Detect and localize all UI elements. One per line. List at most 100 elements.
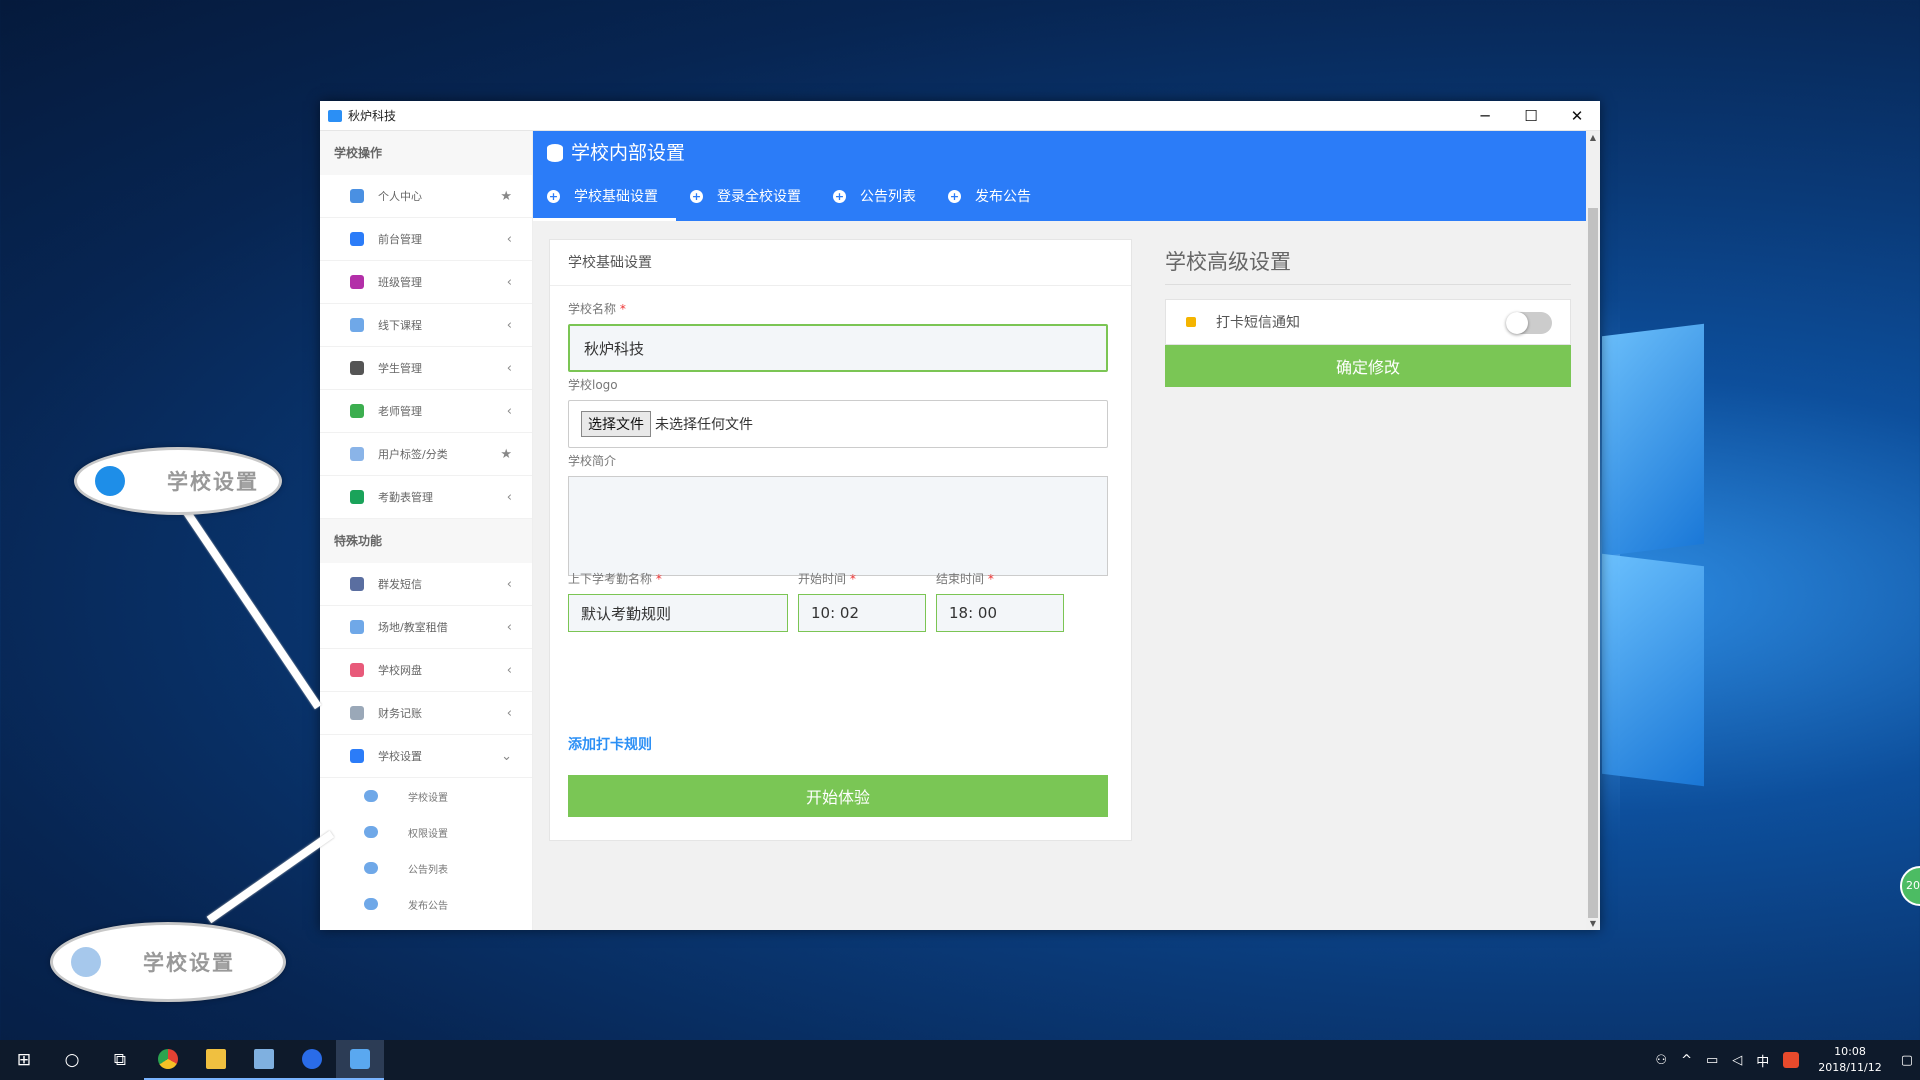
sidebar-item-items-3[interactable]: 线下课程 ‹ (320, 304, 532, 347)
start-time-label: 开始时间 * (798, 572, 856, 586)
sidebar-item-items2-2[interactable]: 学校网盘 ‹ (320, 649, 532, 692)
chrome-icon[interactable] (144, 1040, 192, 1080)
end-time-input[interactable]: 18: 00 (936, 594, 1064, 632)
sogou-icon[interactable] (1783, 1052, 1800, 1068)
sidebar-item-label: 个人中心 (378, 190, 422, 203)
add-rule-link[interactable]: 添加打卡规则 (568, 734, 652, 754)
sidebar-item-items2-4[interactable]: 学校设置 ⌄ (320, 735, 532, 778)
sidebar-subitem[interactable]: 发布公告 (320, 886, 532, 922)
taskbar: ⊞ ○ ⧉ ⚇ ^ ▭ ◁ 中 10:08 2018/11/12 ▢ (0, 1040, 1920, 1080)
close-button[interactable]: ✕ (1554, 101, 1600, 131)
app-icon (328, 109, 342, 122)
contact-icon (350, 404, 364, 418)
sidebar-item-items2-3[interactable]: 财务记账 ‹ (320, 692, 532, 735)
attendance-rule-input[interactable]: 默认考勤规则 (568, 594, 788, 632)
sidebar-item-items-1[interactable]: 前台管理 ‹ (320, 218, 532, 261)
sidebar-item-label: 用户标签/分类 (378, 448, 448, 461)
file-explorer-icon[interactable] (192, 1040, 240, 1080)
school-intro-textarea[interactable] (568, 476, 1108, 576)
school-intro-label: 学校简介 (568, 454, 617, 468)
callout-pointer (180, 505, 322, 710)
people-icon[interactable]: ⚇ (1655, 1053, 1667, 1068)
home-icon (350, 189, 364, 203)
chevron-icon[interactable]: ‹ (507, 577, 512, 592)
sidebar-subitem[interactable]: 学校设置 (320, 778, 532, 814)
sidebar-item-label: 考勤表管理 (378, 491, 433, 504)
clock[interactable]: 10:08 2018/11/12 (1818, 1044, 1881, 1076)
plus-circle-icon: + (547, 189, 560, 203)
main-content: 学校内部设置 + 学校基础设置 + 登录全校设置 + 公告列表 + 发布公告 学校基础设置 学… (533, 131, 1586, 930)
logo-file-input[interactable]: 选择文件 未选择任何文件 (568, 400, 1108, 448)
sidebar-item-items-7[interactable]: 考勤表管理 ‹ (320, 476, 532, 519)
sidebar-item-items-0[interactable]: 个人中心 ★ (320, 175, 532, 218)
sidebar-item-items-6[interactable]: 用户标签/分类 ★ (320, 433, 532, 476)
gear-icon (95, 466, 125, 496)
sidebar-item-items-4[interactable]: 学生管理 ‹ (320, 347, 532, 390)
ime-indicator[interactable]: 中 (1756, 1051, 1769, 1070)
scroll-down-icon[interactable]: ▼ (1586, 919, 1600, 928)
sms-notify-label: 打卡短信通知 (1216, 315, 1300, 331)
sidebar-item-items2-0[interactable]: 群发短信 ‹ (320, 563, 532, 606)
callout-bottom-text: 学校设置 (143, 951, 235, 975)
start-experience-button[interactable]: 开始体验 (568, 775, 1108, 817)
maximize-button[interactable]: ☐ (1508, 101, 1554, 131)
windows-logo-pane (1602, 553, 1704, 787)
sidebar-section-title: 特殊功能 (320, 519, 532, 563)
clipboard-icon (350, 318, 364, 332)
school-name-input[interactable]: 秋炉科技 (568, 324, 1108, 372)
windows-start-icon[interactable]: ⊞ (0, 1040, 48, 1080)
sidebar-item-label: 前台管理 (378, 233, 422, 246)
search-icon[interactable]: ○ (48, 1040, 96, 1080)
callout-top-text: 学校设置 (167, 470, 259, 494)
task-view-icon[interactable]: ⧉ (96, 1040, 144, 1080)
choose-file-button[interactable]: 选择文件 (581, 411, 651, 437)
start-time-input[interactable]: 10: 02 (798, 594, 926, 632)
chevron-up-icon[interactable]: ^ (1681, 1053, 1692, 1068)
folder-icon (350, 663, 364, 677)
chevron-icon[interactable]: ‹ (507, 232, 512, 247)
desktop-badge[interactable]: 20 (1900, 866, 1920, 906)
gear-icon (350, 749, 364, 763)
sidebar-subitem[interactable]: 公告列表 (320, 850, 532, 886)
scroll-up-icon[interactable]: ▲ (1586, 133, 1600, 142)
confirm-button[interactable]: 确定修改 (1165, 345, 1571, 387)
tab-2[interactable]: + 公告列表 (819, 186, 934, 221)
clock-icon (350, 490, 364, 504)
scroll-thumb[interactable] (1588, 208, 1598, 918)
school-name-label: 学校名称 * (568, 302, 626, 316)
vertical-scrollbar[interactable]: ▲ ▼ (1586, 131, 1600, 930)
sidebar-item-items-2[interactable]: 班级管理 ‹ (320, 261, 532, 304)
sms-notify-toggle[interactable] (1506, 312, 1552, 334)
school-app-icon[interactable] (336, 1040, 384, 1080)
notepad-icon[interactable] (240, 1040, 288, 1080)
cubes-icon (364, 898, 378, 910)
chevron-icon[interactable]: ‹ (507, 706, 512, 721)
sidebar-item-items-5[interactable]: 老师管理 ‹ (320, 390, 532, 433)
chevron-icon[interactable]: ‹ (507, 275, 512, 290)
network-icon[interactable]: ▭ (1706, 1053, 1718, 1068)
callout-bottom: 学校设置 (50, 922, 286, 1002)
sidebar-section-title: 学校操作 (320, 131, 532, 175)
chevron-icon[interactable]: ‹ (507, 404, 512, 419)
notification-icon[interactable]: ▢ (1901, 1053, 1913, 1068)
tag-icon (350, 447, 364, 461)
tab-3[interactable]: + 发布公告 (934, 186, 1049, 221)
tab-0[interactable]: + 学校基础设置 (533, 186, 676, 221)
star-icon[interactable]: ★ (500, 447, 512, 462)
sidebar-subitem-label: 发布公告 (408, 900, 448, 912)
chevron-icon[interactable]: ‹ (507, 663, 512, 678)
tab-1[interactable]: + 登录全校设置 (676, 186, 819, 221)
wps-icon[interactable] (288, 1040, 336, 1080)
star-icon[interactable]: ★ (500, 189, 512, 204)
volume-icon[interactable]: ◁ (1732, 1053, 1742, 1068)
chevron-icon[interactable]: ‹ (507, 490, 512, 505)
chevron-icon[interactable]: ‹ (507, 361, 512, 376)
chevron-icon[interactable]: ‹ (507, 620, 512, 635)
sidebar-item-items2-1[interactable]: 场地/教室租借 ‹ (320, 606, 532, 649)
plus-circle-icon: + (833, 189, 846, 203)
chevron-icon[interactable]: ⌄ (501, 749, 512, 764)
chevron-icon[interactable]: ‹ (507, 318, 512, 333)
sidebar-subitem-label: 权限设置 (408, 828, 448, 840)
sidebar-subitem[interactable]: 权限设置 (320, 814, 532, 850)
minimize-button[interactable]: ─ (1462, 101, 1508, 131)
